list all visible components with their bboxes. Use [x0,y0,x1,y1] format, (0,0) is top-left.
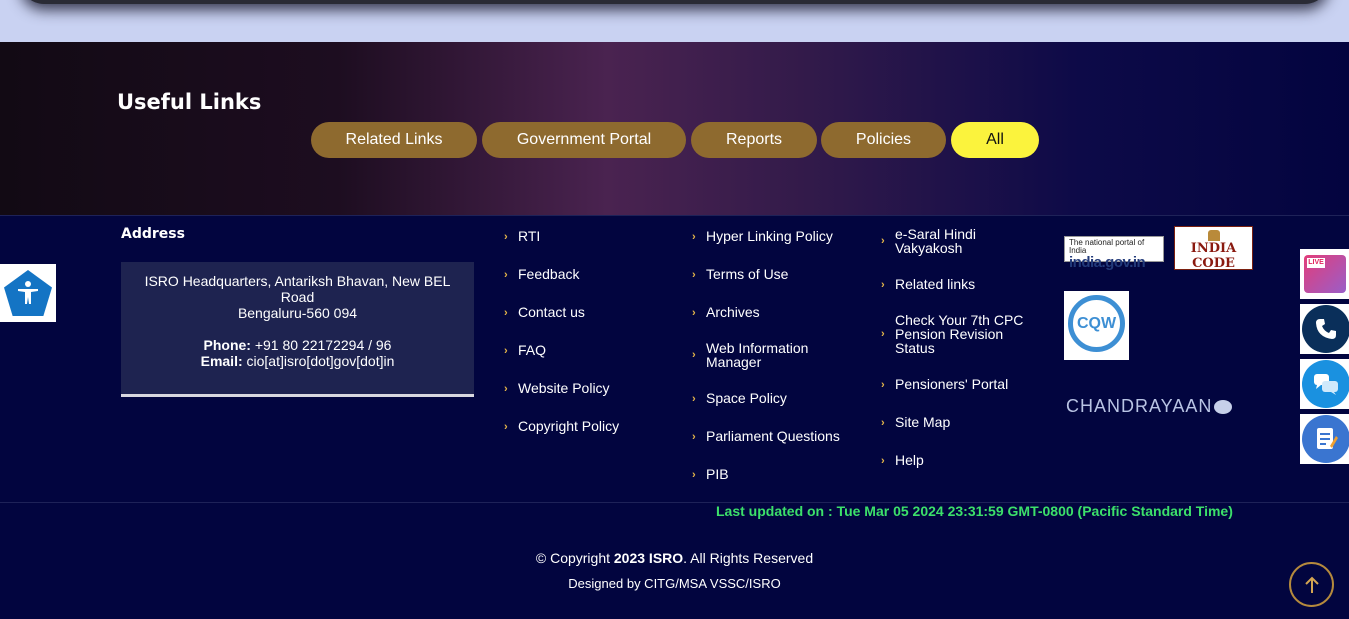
india-code-logo[interactable]: INDIA CODE [1174,226,1253,271]
address-line2: Bengaluru-560 094 [237,305,358,321]
chevron-right-icon: › [881,417,885,429]
india-code-text: INDIA CODE [1190,241,1237,271]
phone-number: +91 80 22172294 / 96 [250,337,392,353]
chevron-right-icon: › [881,279,885,291]
chevron-right-icon: › [504,421,508,433]
chat-widget[interactable] [1300,359,1349,409]
useful-links-section: Useful Links Related Links Government Po… [0,42,1349,215]
live-widget[interactable]: LIVE [1300,249,1349,299]
chevron-right-icon: › [881,455,885,467]
link-site-map[interactable]: › Site Map [881,415,950,429]
tab-reports[interactable]: Reports [691,122,817,158]
address-email: Email: cio[at]isro[dot]gov[dot]in [135,353,460,369]
address-line1: ISRO Headquarters, Antariksh Bhavan, New… [144,273,451,305]
emblem-icon [1208,230,1220,241]
link-rti[interactable]: › RTI [504,229,540,243]
link-space-policy[interactable]: › Space Policy [692,391,787,405]
link-website-policy[interactable]: › Website Policy [504,381,610,395]
top-strip [0,0,1349,42]
chevron-right-icon: › [504,269,508,281]
phone-widget[interactable] [1300,304,1349,354]
chevron-right-icon: › [504,307,508,319]
chevron-right-icon: › [881,235,885,247]
chandrayaan-text: CHANDRAYAAN [1066,396,1213,416]
chevron-right-icon: › [504,231,508,243]
address-box: ISRO Headquarters, Antariksh Bhavan, New… [121,262,474,394]
last-updated: Last updated on : Tue Mar 05 2024 23:31:… [716,503,1233,519]
tab-government-portal[interactable]: Government Portal [482,122,686,158]
chevron-right-icon: › [881,379,885,391]
last-updated-value: Tue Mar 05 2024 23:31:59 GMT-0800 (Pacif… [836,503,1233,519]
link-archives[interactable]: › Archives [692,305,760,319]
chevron-right-icon: › [692,307,696,319]
link-parliament-questions[interactable]: › Parliament Questions [692,429,840,443]
india-gov-logo[interactable]: The national portal of India india.gov.i… [1064,236,1164,271]
chevron-right-icon: › [504,383,508,395]
link-copyright-policy[interactable]: › Copyright Policy [504,419,619,433]
india-gov-wordmark: india.gov.in [1069,254,1146,271]
cqw-ring: CQW [1068,295,1125,352]
link-help[interactable]: › Help [881,453,924,467]
link-feedback[interactable]: › Feedback [504,267,579,281]
tab-all[interactable]: All [951,122,1039,158]
address-heading: Address [121,226,185,242]
form-widget[interactable] [1300,414,1349,464]
copyright-year: 2023 ISRO [613,550,684,566]
tab-related-links[interactable]: Related Links [311,122,477,158]
link-faq[interactable]: › FAQ [504,343,546,357]
accessibility-button[interactable] [0,264,56,322]
designed-by: Designed by CITG/MSA VSSC/ISRO [568,576,781,591]
link-related-links[interactable]: › Related links [881,277,975,291]
arrow-up-icon [1304,576,1319,593]
address-phone: Phone: +91 80 22172294 / 96 [135,337,460,353]
link-terms-of-use[interactable]: › Terms of Use [692,267,788,281]
chevron-right-icon: › [692,393,696,405]
cqw-logo[interactable]: CQW [1064,291,1129,360]
last-updated-label: Last updated on : [716,503,837,519]
section-divider [0,215,1349,216]
phone-icon [1302,305,1349,353]
moon-icon [1214,400,1233,414]
address-underline [121,394,474,397]
link-7th-cpc-pension[interactable]: › Check Your 7th CPC Pension Revision Sta… [881,313,1031,355]
chevron-right-icon: › [692,231,696,243]
chevron-right-icon: › [692,349,696,361]
top-shadow [20,0,1329,4]
link-pib[interactable]: › PIB [692,467,729,481]
link-contact-us[interactable]: › Contact us [504,305,585,319]
chevron-right-icon: › [692,469,696,481]
email-label: Email: [200,353,243,369]
phone-label: Phone: [203,337,251,353]
chevron-right-icon: › [692,431,696,443]
chevron-right-icon: › [881,328,885,340]
live-stream-icon: LIVE [1304,255,1346,293]
chat-icon [1302,360,1349,408]
email-value: cio[at]isro[dot]gov[dot]in [242,353,395,369]
form-icon [1302,415,1349,463]
accessibility-icon [4,270,52,316]
link-pensioners-portal[interactable]: › Pensioners' Portal [881,377,1008,391]
copyright: © Copyright 2023 ISRO. All Rights Reserv… [535,550,814,566]
useful-links-title: Useful Links [117,90,262,114]
chandrayaan-logo[interactable]: CHANDRAYAAN [1066,396,1233,417]
chevron-right-icon: › [504,345,508,357]
back-to-top-button[interactable] [1289,562,1334,607]
link-e-saral-hindi-vakyakosh[interactable]: › e-Saral Hindi Vakyakosh [881,227,1006,255]
tab-policies[interactable]: Policies [821,122,946,158]
link-web-information-manager[interactable]: › Web Information Manager [692,341,832,369]
india-gov-tagline: The national portal of India [1069,238,1145,255]
chevron-right-icon: › [692,269,696,281]
link-hyper-linking-policy[interactable]: › Hyper Linking Policy [692,229,833,243]
